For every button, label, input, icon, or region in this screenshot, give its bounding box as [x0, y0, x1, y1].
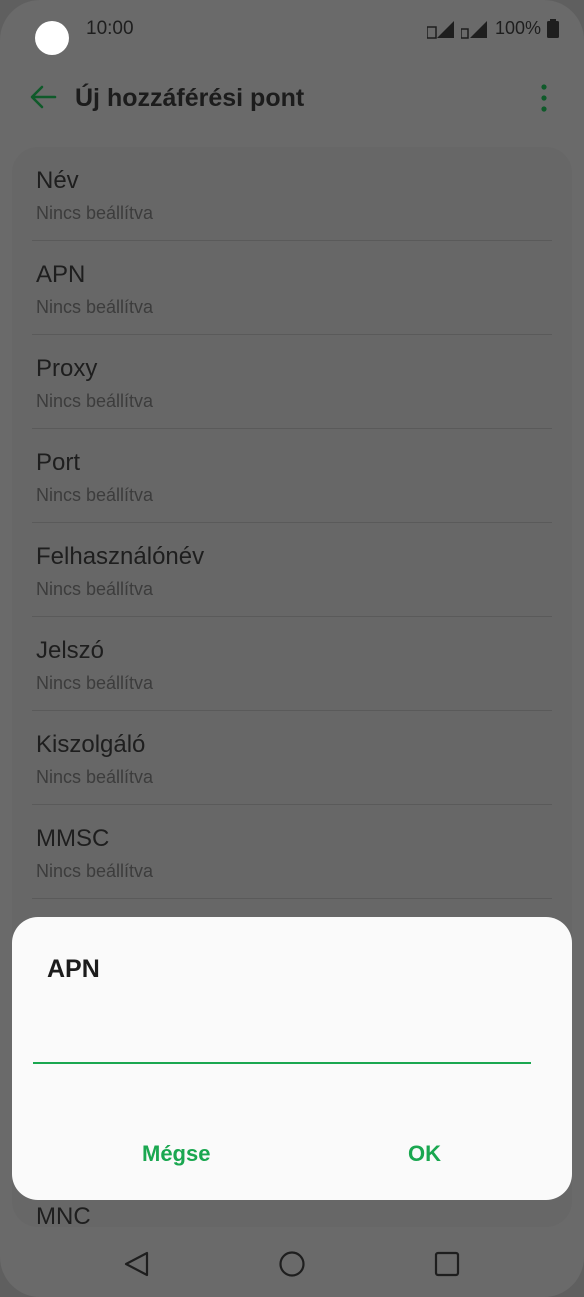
list-item-password[interactable]: Jelszó Nincs beállítva: [32, 617, 552, 711]
list-item-mmsc[interactable]: MMSC Nincs beállítva: [32, 805, 552, 899]
list-item-server[interactable]: Kiszolgáló Nincs beállítva: [32, 711, 552, 805]
signal-sim2-icon: [460, 19, 489, 39]
list-item-label: Felhasználónév: [36, 543, 205, 570]
list-item-value: Nincs beállítva: [36, 767, 154, 787]
list-item-mnc-label[interactable]: MNC: [36, 1203, 91, 1231]
status-bar: 10:00 100%: [0, 0, 584, 58]
list-item-nev[interactable]: Név Nincs beállítva: [32, 147, 552, 241]
list-item-value: Nincs beállítva: [36, 203, 154, 223]
dialog-title: APN: [47, 955, 100, 983]
arrow-left-icon[interactable]: [28, 82, 58, 112]
divider: [32, 898, 552, 899]
list-item-label: Port: [36, 449, 81, 476]
list-item-port[interactable]: Port Nincs beállítva: [32, 429, 552, 523]
list-item-label: Név: [36, 167, 79, 194]
list-item-username[interactable]: Felhasználónév Nincs beállítva: [32, 523, 552, 617]
navigation-bar: [0, 1230, 584, 1297]
list-item-value: Nincs beállítva: [36, 391, 154, 411]
page-title: Új hozzáférési pont: [75, 84, 305, 112]
status-time: 10:00: [86, 18, 134, 39]
more-vertical-icon[interactable]: [534, 82, 554, 114]
circle-home-icon[interactable]: [276, 1248, 308, 1280]
apn-input[interactable]: [33, 1020, 531, 1064]
signal-sim1-icon: [426, 19, 455, 39]
ok-button[interactable]: OK: [408, 1141, 441, 1167]
list-item-label: APN: [36, 261, 86, 288]
list-item-value: Nincs beállítva: [36, 579, 154, 599]
list-item-label: Kiszolgáló: [36, 731, 146, 758]
list-item-apn[interactable]: APN Nincs beállítva: [32, 241, 552, 335]
list-item-value: Nincs beállítva: [36, 673, 154, 693]
list-item-proxy[interactable]: Proxy Nincs beállítva: [32, 335, 552, 429]
list-item-label: Proxy: [36, 355, 98, 382]
app-bar: Új hozzáférési pont: [0, 70, 584, 128]
status-icons: 100%: [426, 18, 559, 39]
camera-cutout: [35, 21, 69, 55]
cancel-button[interactable]: Mégse: [142, 1141, 210, 1167]
list-item-value: Nincs beállítva: [36, 297, 154, 317]
list-item-value: Nincs beállítva: [36, 485, 154, 505]
phone-screen: 10:00 100% Új hozzáférési pont Név Nincs…: [0, 0, 584, 1297]
list-item-label: Jelszó: [36, 637, 105, 664]
list-item-value: Nincs beállítva: [36, 861, 154, 881]
battery-percent: 100%: [494, 18, 541, 38]
square-recents-icon[interactable]: [431, 1248, 463, 1280]
list-item-label: MMSC: [36, 825, 110, 852]
triangle-back-icon[interactable]: [121, 1248, 153, 1280]
battery-icon: [547, 19, 559, 38]
